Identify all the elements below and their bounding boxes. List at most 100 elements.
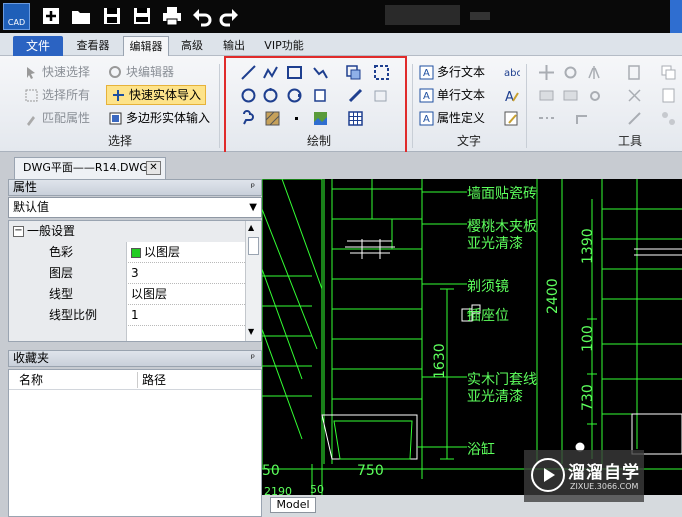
dimension-label: 1390 xyxy=(580,228,596,264)
trim-icon[interactable] xyxy=(588,87,605,104)
close-tab-button[interactable]: ✕ xyxy=(146,161,161,175)
tab-output[interactable]: 输出 xyxy=(217,36,251,56)
explode-icon[interactable] xyxy=(660,110,677,127)
array-icon[interactable] xyxy=(626,87,643,104)
tab-vip[interactable]: VIP功能 xyxy=(258,36,310,56)
model-tab[interactable]: Model xyxy=(270,497,316,513)
group-separator xyxy=(219,64,220,148)
property-key: 色彩 xyxy=(9,242,127,263)
save-as-pdf-icon[interactable] xyxy=(131,5,153,27)
mirror-icon[interactable] xyxy=(586,64,603,81)
block-editor-label: 块编辑器 xyxy=(126,65,175,79)
properties-tool-icon[interactable] xyxy=(626,64,643,81)
move-icon[interactable] xyxy=(538,64,555,81)
chevron-down-icon: ▼ xyxy=(249,202,257,213)
match-properties-button[interactable]: 匹配属性 xyxy=(24,108,90,128)
block-editor-button[interactable]: 块编辑器 xyxy=(108,62,174,82)
color-swatch xyxy=(131,247,141,258)
redo-icon[interactable] xyxy=(218,5,240,27)
scrollbar-thumb[interactable] xyxy=(248,237,259,255)
group-label-select: 选择 xyxy=(108,134,133,148)
quick-entity-import-button[interactable]: 快速实体导入 xyxy=(106,85,207,105)
property-group-row[interactable]: − 一般设置 xyxy=(9,221,245,242)
dimension-label: 100 xyxy=(580,325,596,352)
collapse-icon[interactable]: − xyxy=(13,226,24,237)
select-all-button[interactable]: 选择所有 xyxy=(24,85,90,105)
svg-text:A: A xyxy=(423,91,430,102)
match-properties-label: 匹配属性 xyxy=(42,111,91,125)
favorites-columns: 名称 路径 xyxy=(9,370,261,390)
property-row[interactable]: 图层 3 xyxy=(9,263,245,284)
property-row[interactable]: 线型比例 1 xyxy=(9,305,245,326)
rotate-icon[interactable] xyxy=(562,64,579,81)
paste-icon[interactable] xyxy=(660,87,677,104)
drawing-canvas[interactable]: 墙面贴瓷砖 樱桃木夹板 亚光清漆 剃须镜 插座位 实木门套线 亚光清漆 浴缸 7… xyxy=(262,179,682,495)
group-label-text: 文字 xyxy=(457,134,482,148)
app-logo-icon[interactable]: CAD xyxy=(3,3,30,30)
property-grid: − 一般设置 色彩 以图层 图层 3 线型 以图层 线型比例 1 ▲ ▼ xyxy=(8,220,262,342)
favorites-panel-title: 收藏夹 xyxy=(13,351,50,365)
properties-panel-title: 属性 xyxy=(13,180,38,194)
plus-icon xyxy=(113,89,124,101)
scroll-up-icon[interactable]: ▲ xyxy=(248,223,254,232)
cad-label: 墙面贴瓷砖 xyxy=(467,186,537,202)
stretch-icon[interactable] xyxy=(562,87,579,104)
text-edit-icon[interactable]: A xyxy=(503,87,520,104)
brush-icon xyxy=(27,115,35,126)
tab-viewer[interactable]: 查看器 xyxy=(70,36,116,56)
window-control[interactable] xyxy=(670,0,682,33)
print-icon[interactable] xyxy=(161,5,183,27)
dimension-label: 50 xyxy=(262,463,280,479)
property-scrollbar[interactable]: ▲ ▼ xyxy=(245,221,261,341)
column-header-path[interactable]: 路径 xyxy=(142,370,166,390)
open-folder-icon[interactable] xyxy=(70,5,92,27)
scale-icon[interactable] xyxy=(538,87,555,104)
property-filter-select[interactable]: 默认值 ▼ xyxy=(8,197,262,218)
property-value[interactable]: 3 xyxy=(129,263,139,284)
multiline-text-button[interactable]: A 多行文本 xyxy=(419,62,485,82)
multiline-text-label: 多行文本 xyxy=(437,65,486,79)
attribute-definition-button[interactable]: A 属性定义 xyxy=(419,108,485,128)
tab-file[interactable]: 文件 xyxy=(13,36,63,56)
tab-editor[interactable]: 编辑器 xyxy=(123,36,169,56)
watermark: 溜溜自学 ZIXUE.3066.COM xyxy=(524,450,644,502)
copy-icon[interactable] xyxy=(660,64,677,81)
svg-text:abc: abc xyxy=(504,68,520,79)
property-key: 线型 xyxy=(9,284,127,305)
group-label-tools: 工具 xyxy=(618,134,643,148)
dimension-label: 1630 xyxy=(432,343,448,379)
watermark-logo-icon xyxy=(531,458,565,492)
scroll-down-icon[interactable]: ▼ xyxy=(248,327,254,336)
select-all-icon xyxy=(25,89,38,101)
property-value[interactable]: 1 xyxy=(129,305,139,326)
dimension-label: 2400 xyxy=(545,278,561,314)
dimension-label: 50 xyxy=(310,483,324,495)
title-bar: CAD xyxy=(0,0,682,33)
polygon-entity-input-button[interactable]: 多边形实体输入 xyxy=(108,108,210,128)
text-style-icon[interactable]: abc xyxy=(503,64,520,81)
group-separator xyxy=(412,64,413,148)
single-line-text-label: 单行文本 xyxy=(437,88,486,102)
property-value-cell[interactable]: 以图层 xyxy=(129,242,180,263)
property-value[interactable]: 以图层 xyxy=(129,284,167,305)
new-file-icon[interactable] xyxy=(40,5,62,27)
pin-icon[interactable]: ᵖ xyxy=(251,180,255,195)
document-tab[interactable]: DWG平面——R14.DWG ✕ xyxy=(14,157,166,179)
quick-select-button[interactable]: 快速选择 xyxy=(24,62,90,82)
chamfer-icon[interactable] xyxy=(626,110,643,127)
undo-icon[interactable] xyxy=(191,5,213,27)
join-icon[interactable] xyxy=(574,110,591,127)
multiline-text-icon: A xyxy=(419,65,434,79)
cad-label: 剃须镜 xyxy=(467,279,509,295)
single-line-text-button[interactable]: A 单行文本 xyxy=(419,85,485,105)
column-header-name[interactable]: 名称 xyxy=(19,370,43,390)
save-icon[interactable] xyxy=(101,5,123,27)
property-row[interactable]: 色彩 以图层 xyxy=(9,242,245,263)
property-row[interactable]: 线型 以图层 xyxy=(9,284,245,305)
tab-advanced[interactable]: 高级 xyxy=(175,36,209,56)
pin-icon[interactable]: ᵖ xyxy=(251,351,255,366)
attribute-definition-icon: A xyxy=(419,111,434,125)
text-pencil-icon[interactable] xyxy=(503,110,520,127)
break-icon[interactable] xyxy=(538,110,555,127)
watermark-title: 溜溜自学 xyxy=(568,463,640,483)
